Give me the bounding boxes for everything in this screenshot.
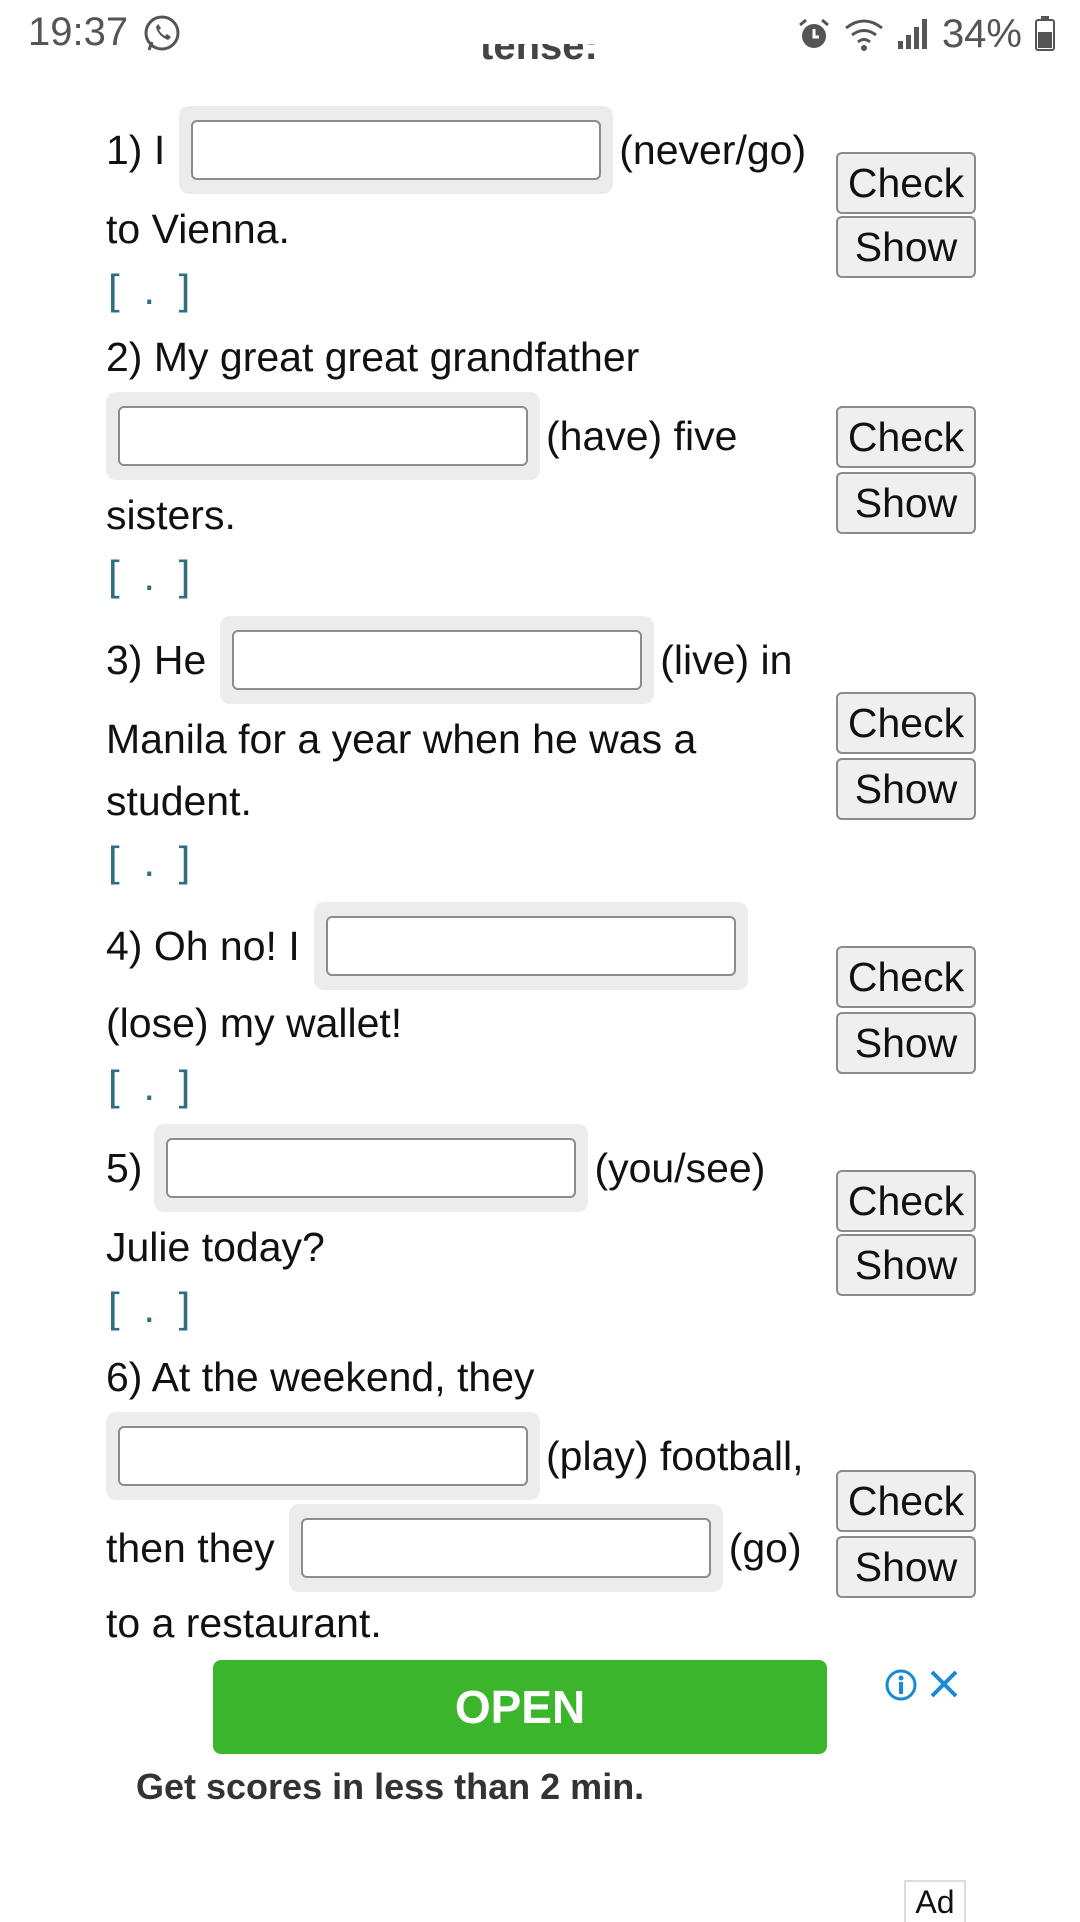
exercise-text: 6) At the weekend, they <box>106 1354 535 1400</box>
exercise-text: (lose) my wallet! <box>106 1000 403 1046</box>
info-icon[interactable] <box>884 1668 918 1702</box>
exercise-text: 2) My great great grandfather <box>106 334 640 380</box>
check-button[interactable]: Check <box>836 1470 976 1532</box>
show-button[interactable]: Show <box>836 216 976 278</box>
answer-field-wrap <box>220 616 655 704</box>
battery-icon <box>1035 16 1055 51</box>
show-button[interactable]: Show <box>836 472 976 534</box>
exercise-text: to Vienna. <box>106 206 290 252</box>
exercise-text: then they <box>106 1524 275 1571</box>
answer-input[interactable] <box>325 916 736 976</box>
exercise-text: student. <box>106 778 252 824</box>
exercise-text: (you/see) <box>594 1144 766 1191</box>
check-button[interactable]: Check <box>836 692 976 754</box>
ad-banner: OPEN Get scores in less than 2 min. Ad <box>0 1650 1080 1922</box>
show-button[interactable]: Show <box>836 1012 976 1074</box>
check-button[interactable]: Check <box>836 406 976 468</box>
exercise-text: (play) football, <box>546 1432 804 1479</box>
whatsapp-icon <box>144 15 180 51</box>
answer-field-wrap <box>313 902 748 990</box>
hint-link[interactable]: [ . ] <box>108 838 196 886</box>
exercise-text: 5) <box>106 1144 143 1191</box>
ad-label: Ad <box>904 1880 966 1922</box>
answer-input[interactable] <box>118 406 528 466</box>
battery-percent: 34% <box>941 11 1022 56</box>
close-icon[interactable] <box>924 1664 964 1704</box>
signal-icon <box>897 19 927 49</box>
check-button[interactable]: Check <box>836 946 976 1008</box>
hint-link[interactable]: [ . ] <box>108 552 196 600</box>
show-button[interactable]: Show <box>836 758 976 820</box>
answer-field-wrap <box>106 392 540 480</box>
status-time: 19:37 <box>28 10 129 54</box>
ad-text: Get scores in less than 2 min. <box>136 1766 645 1807</box>
hint-link[interactable]: [ . ] <box>108 1284 196 1332</box>
exercise-text: (never/go) <box>619 126 807 173</box>
check-button[interactable]: Check <box>836 1170 976 1232</box>
wifi-icon <box>845 19 883 51</box>
answer-input[interactable] <box>118 1426 528 1486</box>
answer-field-wrap <box>154 1124 589 1212</box>
answer-field-wrap <box>179 106 614 194</box>
answer-input[interactable] <box>300 1518 711 1578</box>
show-button[interactable]: Show <box>836 1234 976 1296</box>
exercise-text: 3) He <box>106 636 207 683</box>
section-heading: tense: <box>480 44 598 68</box>
ad-open-button[interactable]: OPEN <box>213 1660 827 1754</box>
exercise-text: (have) five <box>546 412 738 459</box>
check-button[interactable]: Check <box>836 152 976 214</box>
status-icons: 34% <box>796 10 1056 58</box>
answer-input[interactable] <box>232 630 643 690</box>
exercise-text: (live) in <box>660 636 793 683</box>
answer-field-wrap <box>106 1412 540 1500</box>
alarm-icon <box>798 18 829 48</box>
hint-link[interactable]: [ . ] <box>108 266 196 314</box>
exercise-text: Manila for a year when he was a <box>106 716 697 762</box>
exercise-text: sisters. <box>106 492 236 538</box>
show-button[interactable]: Show <box>836 1536 976 1598</box>
exercise-text: 4) Oh no! I <box>106 922 300 969</box>
exercise-text: (go) <box>728 1524 802 1571</box>
exercise-text: Julie today? <box>106 1224 325 1270</box>
exercise-text: to a restaurant. <box>106 1600 382 1646</box>
hint-link[interactable]: [ . ] <box>108 1062 196 1110</box>
answer-input[interactable] <box>191 120 602 180</box>
answer-field-wrap <box>288 1504 723 1592</box>
answer-input[interactable] <box>166 1138 577 1198</box>
exercise-text: 1) I <box>106 126 166 173</box>
